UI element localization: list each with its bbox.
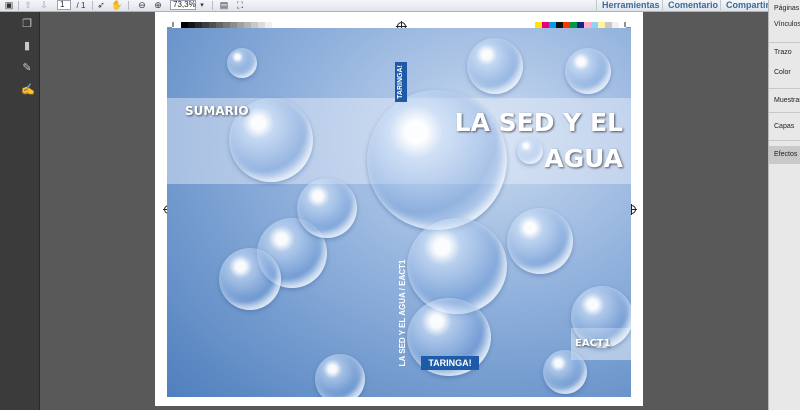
panel-vinculos[interactable]: Vínculos: [769, 20, 800, 30]
water-bubble: [297, 178, 357, 238]
zoom-out-icon[interactable]: ⊖: [136, 0, 148, 11]
previous-page-icon[interactable]: ⇧: [22, 0, 34, 11]
zoom-dropdown-icon[interactable]: ▾: [197, 0, 207, 11]
page-number-input[interactable]: 1: [57, 0, 71, 10]
attachments-icon[interactable]: ✎: [21, 62, 33, 74]
water-bubble: [507, 208, 573, 274]
next-page-icon[interactable]: ⇩: [38, 0, 50, 11]
left-navigation-pane: ❐ ▮ ✎ ✍: [0, 12, 40, 410]
comentario-link[interactable]: Comentario: [668, 0, 718, 11]
print-icon[interactable]: ▣: [2, 0, 16, 11]
water-bubble: [227, 48, 257, 78]
right-panel: Páginas Vínculos Trazo Color Muestras Ca…: [768, 0, 800, 410]
water-bubble: [543, 350, 587, 394]
full-screen-icon[interactable]: ⛶: [234, 0, 246, 11]
top-toolbar: ▣ ⇧ ⇩ 1 / 1 ➶ ✋ ⊖ ⊕ 73,3% ▾ ▤ ⛶ Herramie…: [0, 0, 800, 12]
panel-trazo[interactable]: Trazo: [769, 48, 800, 58]
spine-text: LA SED Y EL AGUA / EACT1: [398, 259, 407, 367]
water-bubble: [315, 354, 365, 397]
panel-efectos[interactable]: Efectos: [769, 146, 800, 164]
compartir-link[interactable]: Compartir: [726, 0, 769, 11]
cover-title-line-2: AGUA: [544, 144, 623, 173]
zoom-in-icon[interactable]: ⊕: [152, 0, 164, 11]
fit-page-icon[interactable]: ▤: [218, 0, 230, 11]
cover-title-line-1: LA SED Y EL: [454, 108, 623, 137]
water-bubble: [467, 38, 523, 94]
sumario-label: SUMARIO: [185, 104, 249, 118]
water-bubble: [565, 48, 611, 94]
spine-top-logo: TARINGA!: [395, 62, 407, 102]
hand-tool-icon[interactable]: ✋: [111, 0, 123, 11]
signatures-icon[interactable]: ✍: [21, 84, 35, 96]
cover-artwork: SUMARIO LA SED Y EL AGUA TARINGA! LA SED…: [167, 28, 631, 397]
panel-capas[interactable]: Capas: [769, 122, 800, 132]
document-page: SUMARIO LA SED Y EL AGUA TARINGA! LA SED…: [155, 12, 643, 406]
bookmarks-icon[interactable]: ▮: [21, 40, 33, 52]
panel-color[interactable]: Color: [769, 68, 800, 78]
cover-code: EACT1: [575, 338, 611, 349]
page-total: / 1: [76, 1, 86, 10]
zoom-level-input[interactable]: 73,3%: [170, 0, 196, 10]
bottom-logo: TARINGA!: [421, 356, 479, 370]
panel-muestras[interactable]: Muestras: [769, 96, 800, 106]
page-thumbnails-icon[interactable]: ❐: [21, 18, 33, 30]
panel-paginas[interactable]: Páginas: [769, 4, 800, 14]
water-bubble: [219, 248, 281, 310]
spine: LA SED Y EL AGUA / EACT1: [396, 254, 410, 372]
herramientas-link[interactable]: Herramientas: [602, 0, 660, 11]
select-arrow-icon[interactable]: ➶: [95, 0, 107, 11]
